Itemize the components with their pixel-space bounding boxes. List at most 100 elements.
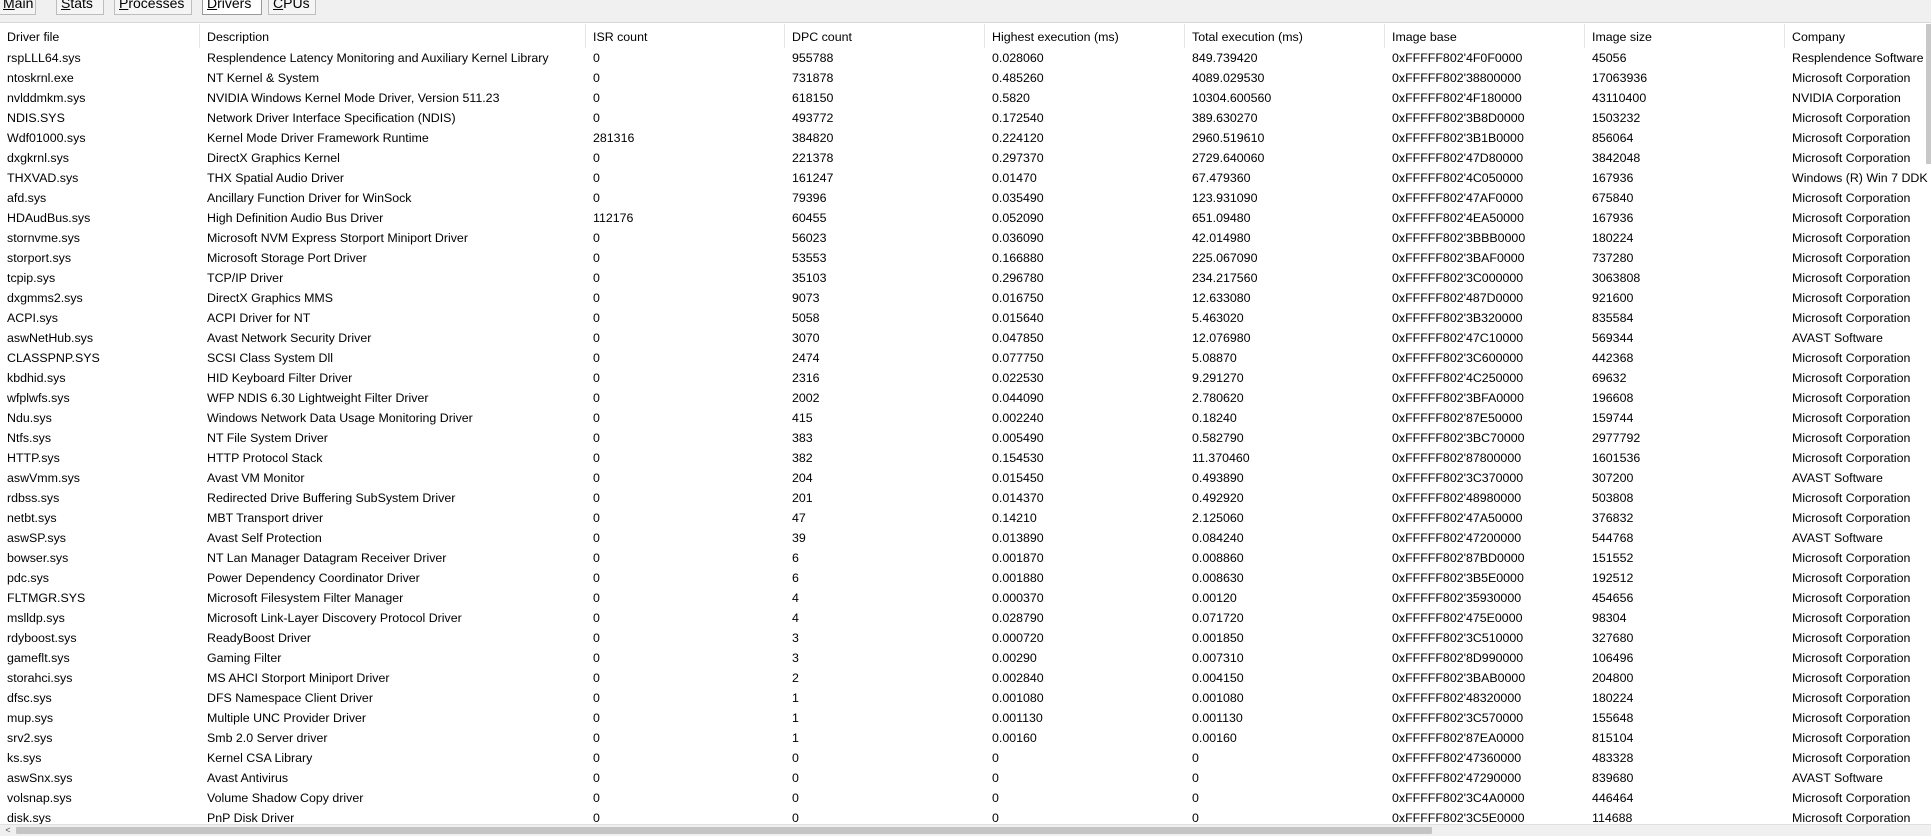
table-row[interactable]: mup.sys Multiple UNC Provider Driver 0 1 0.0… <box>0 709 1931 729</box>
table-row[interactable]: HDAudBus.sys High Definition Audio Bus Dr… <box>0 209 1931 229</box>
table-row[interactable]: dfsc.sys DFS Namespace Client Driver 0 1 0.0… <box>0 689 1931 709</box>
column-header-image-size[interactable]: Image size <box>1585 24 1785 48</box>
cell-driver-file: storport.sys <box>7 251 72 265</box>
cell-dpc-count: 383 <box>792 431 813 445</box>
cell-highest-execution: 0.035490 <box>992 191 1044 205</box>
cell-driver-file: dxgmms2.sys <box>7 291 83 305</box>
column-header-description[interactable]: Description <box>200 24 586 48</box>
table-row[interactable]: afd.sys Ancillary Function Driver for Win… <box>0 189 1931 209</box>
cell-dpc-count: 0 <box>792 811 799 824</box>
cell-image-base: 0xFFFFF802'3C5E0000 <box>1392 811 1525 824</box>
column-header-dpc-count[interactable]: DPC count <box>785 24 985 48</box>
cell-isr-count: 0 <box>593 771 600 785</box>
tab-cpus[interactable]: CPUs <box>268 0 316 15</box>
cell-image-size: 69632 <box>1592 371 1627 385</box>
table-row[interactable]: aswSnx.sys Avast Antivirus 0 0 0 0 0xFFFFF802'… <box>0 769 1931 789</box>
table-row[interactable]: rspLLL64.sys Resplendence Latency Monitor… <box>0 49 1931 69</box>
table-row[interactable]: wfplwfs.sys WFP NDIS 6.30 Lightweight Fil… <box>0 389 1931 409</box>
table-row[interactable]: rdbss.sys Redirected Drive Buffering SubS… <box>0 489 1931 509</box>
table-row[interactable]: ks.sys Kernel CSA Library 0 0 0 0 0xFFFFF802'4… <box>0 749 1931 769</box>
cell-total-execution: 0.008630 <box>1192 571 1244 585</box>
column-header-driver-file[interactable]: Driver file <box>0 24 200 48</box>
table-row[interactable]: stornvme.sys Microsoft NVM Express Storpo… <box>0 229 1931 249</box>
tab-stats[interactable]: Stats <box>56 0 104 15</box>
table-row[interactable]: CLASSPNP.SYS SCSI Class System Dll 0 2474 0.… <box>0 349 1931 369</box>
cell-isr-count: 0 <box>593 251 600 265</box>
column-header-highest-execution[interactable]: Highest execution (ms) <box>985 24 1185 48</box>
cell-dpc-count: 60455 <box>792 211 827 225</box>
column-header-image-base[interactable]: Image base <box>1385 24 1585 48</box>
table-row[interactable]: nvlddmkm.sys NVIDIA Windows Kernel Mode D… <box>0 89 1931 109</box>
table-row[interactable]: HTTP.sys HTTP Protocol Stack 0 382 0.154530 1… <box>0 449 1931 469</box>
table-row[interactable]: THXVAD.sys THX Spatial Audio Driver 0 16124… <box>0 169 1931 189</box>
table-row[interactable]: mslldp.sys Microsoft Link-Layer Discovery… <box>0 609 1931 629</box>
horizontal-scrollbar-thumb[interactable] <box>16 827 1432 834</box>
cell-highest-execution: 0.224120 <box>992 131 1044 145</box>
cell-image-base: 0xFFFFF802'4EA50000 <box>1392 211 1524 225</box>
cell-company: Microsoft Corporation <box>1792 351 1911 365</box>
cell-image-size: 815104 <box>1592 731 1634 745</box>
table-row[interactable]: FLTMGR.SYS Microsoft Filesystem Filter Ma… <box>0 589 1931 609</box>
cell-dpc-count: 731878 <box>792 71 834 85</box>
table-row[interactable]: pdc.sys Power Dependency Coordinator Driv… <box>0 569 1931 589</box>
cell-total-execution: 2.125060 <box>1192 511 1244 525</box>
cell-description: ACPI Driver for NT <box>207 311 311 325</box>
vertical-scrollbar-thumb[interactable] <box>1926 24 1931 164</box>
cell-highest-execution: 0.14210 <box>992 511 1037 525</box>
cell-company: Microsoft Corporation <box>1792 671 1911 685</box>
table-row[interactable]: aswNetHub.sys Avast Network Security Driv… <box>0 329 1931 349</box>
table-row[interactable]: Ndu.sys Windows Network Data Usage Monito… <box>0 409 1931 429</box>
cell-isr-count: 0 <box>593 751 600 765</box>
cell-company: Microsoft Corporation <box>1792 451 1911 465</box>
table-row[interactable]: rdyboost.sys ReadyBoost Driver 0 3 0.000720 0… <box>0 629 1931 649</box>
table-row[interactable]: ACPI.sys ACPI Driver for NT 0 5058 0.015640 5… <box>0 309 1931 329</box>
column-header-isr-count[interactable]: ISR count <box>586 24 785 48</box>
cell-dpc-count: 382 <box>792 451 813 465</box>
cell-highest-execution: 0.015640 <box>992 311 1044 325</box>
drivers-table: Driver file Description ISR count DPC co… <box>0 24 1931 824</box>
cell-image-base: 0xFFFFF802'48320000 <box>1392 691 1522 705</box>
cell-driver-file: dfsc.sys <box>7 691 52 705</box>
cell-isr-count: 0 <box>593 711 600 725</box>
table-row[interactable]: dxgkrnl.sys DirectX Graphics Kernel 0 22137… <box>0 149 1931 169</box>
table-row[interactable]: gameflt.sys Gaming Filter 0 3 0.00290 0.00731… <box>0 649 1931 669</box>
horizontal-scrollbar[interactable]: < <box>0 824 1931 836</box>
table-row[interactable]: tcpip.sys TCP/IP Driver 0 35103 0.296780 234.… <box>0 269 1931 289</box>
table-row[interactable]: srv2.sys Smb 2.0 Server driver 0 1 0.00160 0.… <box>0 729 1931 749</box>
column-header-total-execution[interactable]: Total execution (ms) <box>1185 24 1385 48</box>
table-row[interactable]: kbdhid.sys HID Keyboard Filter Driver 0 231… <box>0 369 1931 389</box>
cell-isr-count: 0 <box>593 351 600 365</box>
table-row[interactable]: aswVmm.sys Avast VM Monitor 0 204 0.015450 0.… <box>0 469 1931 489</box>
cell-total-execution: 0.001080 <box>1192 691 1244 705</box>
cell-image-size: 106496 <box>1592 651 1634 665</box>
cell-company: Microsoft Corporation <box>1792 191 1911 205</box>
table-row[interactable]: storport.sys Microsoft Storage Port Drive… <box>0 249 1931 269</box>
table-row[interactable]: volsnap.sys Volume Shadow Copy driver 0 0 0 0… <box>0 789 1931 809</box>
tab-processes[interactable]: Processes <box>114 0 192 15</box>
tab-main[interactable]: Main <box>0 0 36 15</box>
cell-highest-execution: 0.022530 <box>992 371 1044 385</box>
cell-driver-file: disk.sys <box>7 811 52 824</box>
table-row[interactable]: netbt.sys MBT Transport driver 0 47 0.14210 2… <box>0 509 1931 529</box>
cell-driver-file: afd.sys <box>7 191 47 205</box>
table-row[interactable]: dxgmms2.sys DirectX Graphics MMS 0 9073 0.01… <box>0 289 1931 309</box>
cell-description: Avast Antivirus <box>207 771 289 785</box>
table-row[interactable]: disk.sys PnP Disk Driver 0 0 0 0 0xFFFFF802'3C… <box>0 809 1931 824</box>
cell-isr-count: 0 <box>593 471 600 485</box>
table-header: Driver file Description ISR count DPC co… <box>0 24 1931 48</box>
cell-company: Microsoft Corporation <box>1792 751 1911 765</box>
cell-description: Ancillary Function Driver for WinSock <box>207 191 412 205</box>
tab-drivers[interactable]: Drivers <box>202 0 262 15</box>
table-row[interactable]: NDIS.SYS Network Driver Interface Specifi… <box>0 109 1931 129</box>
table-row[interactable]: storahci.sys MS AHCI Storport Miniport Dr… <box>0 669 1931 689</box>
scroll-left-arrow-icon[interactable]: < <box>3 825 13 836</box>
table-row[interactable]: bowser.sys NT Lan Manager Datagram Receiv… <box>0 549 1931 569</box>
table-row[interactable]: ntoskrnl.exe NT Kernel & System 0 731878 0.4… <box>0 69 1931 89</box>
cell-total-execution: 2960.519610 <box>1192 131 1265 145</box>
table-row[interactable]: Ntfs.sys NT File System Driver 0 383 0.00549… <box>0 429 1931 449</box>
cell-highest-execution: 0.016750 <box>992 291 1044 305</box>
column-header-company[interactable]: Company <box>1785 24 1931 48</box>
cell-company: Microsoft Corporation <box>1792 731 1911 745</box>
table-row[interactable]: aswSP.sys Avast Self Protection 0 39 0.01389… <box>0 529 1931 549</box>
table-row[interactable]: Wdf01000.sys Kernel Mode Driver Framework… <box>0 129 1931 149</box>
